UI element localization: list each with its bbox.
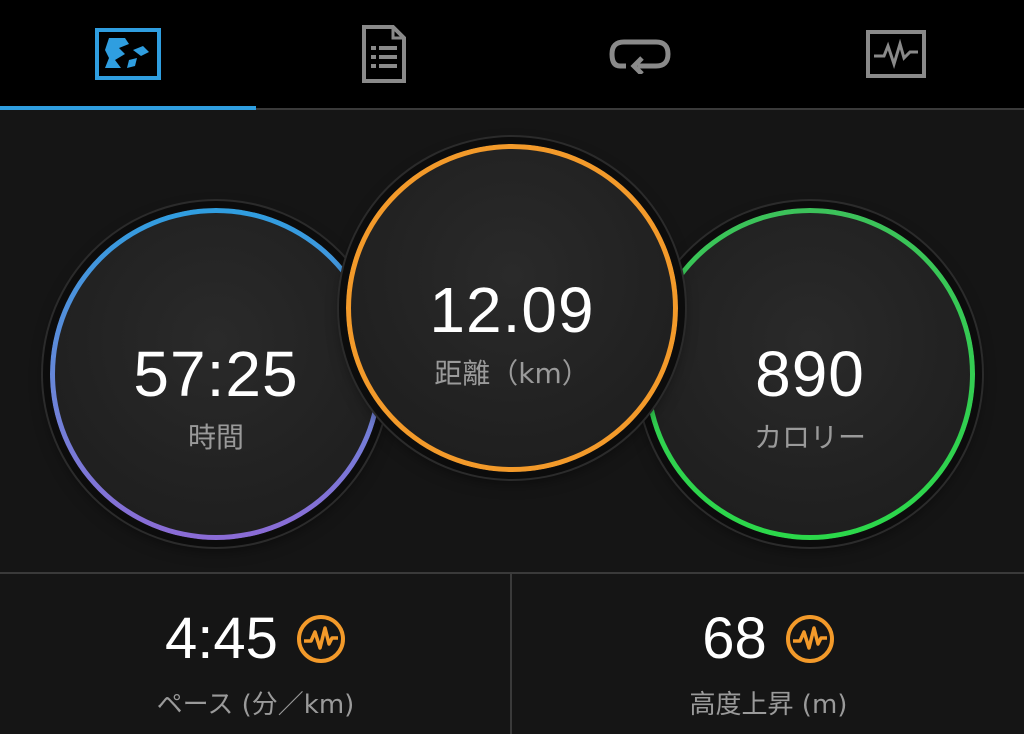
tab-details[interactable]	[256, 0, 512, 108]
calories-ring[interactable]: 890 カロリー	[645, 208, 975, 540]
document-list-icon	[362, 25, 406, 83]
map-icon	[95, 28, 161, 80]
stats-panel: 4:45 ペース (分／km) 68 高度上昇 (m)	[0, 572, 1024, 734]
time-value: 57:25	[133, 338, 299, 410]
tab-map[interactable]	[0, 0, 256, 108]
laps-loop-icon	[609, 39, 671, 74]
calories-label: カロリー	[753, 421, 866, 454]
pace-value: 4:45	[165, 606, 278, 671]
stats-divider	[510, 574, 512, 734]
distance-ring[interactable]: 12.09 距離（km）	[346, 144, 678, 472]
elevation-value: 68	[702, 606, 767, 671]
tab-charts[interactable]	[768, 0, 1024, 108]
time-ring[interactable]: 57:25 時間	[50, 208, 382, 540]
time-label: 時間	[187, 421, 244, 454]
summary-rings: 57:25 時間 890 カロリー 12.09 距離（km）	[0, 110, 1024, 572]
tab-laps[interactable]	[512, 0, 768, 108]
activity-summary-screen: 57:25 時間 890 カロリー 12.09 距離（km） 4:45 ペース …	[0, 0, 1024, 734]
activity-pulse-icon	[296, 615, 345, 663]
calories-value: 890	[755, 338, 865, 410]
chart-icon	[866, 30, 926, 78]
elevation-label: 高度上昇 (m)	[689, 690, 848, 720]
elevation-value-row: 68	[513, 604, 1024, 674]
activity-pulse-icon	[785, 615, 834, 663]
pace-label: ペース (分／km)	[156, 690, 355, 720]
pace-value-row: 4:45	[0, 604, 511, 674]
distance-label: 距離（km）	[434, 357, 590, 390]
elevation-stat[interactable]: 68 高度上昇 (m)	[513, 574, 1024, 734]
distance-value: 12.09	[429, 274, 595, 346]
tab-bar	[0, 0, 1024, 110]
pace-stat[interactable]: 4:45 ペース (分／km)	[0, 574, 511, 734]
